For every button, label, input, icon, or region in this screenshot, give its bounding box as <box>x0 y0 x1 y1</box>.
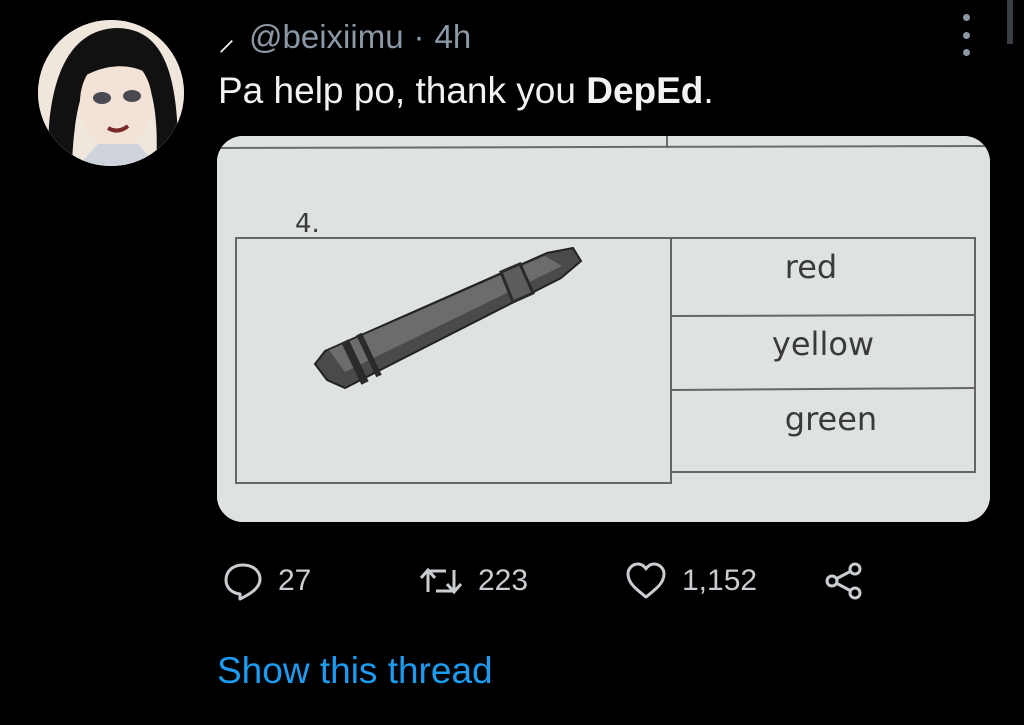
retweet-icon <box>419 567 463 595</box>
reply-count: 27 <box>278 564 312 597</box>
show-thread-link[interactable]: Show this thread <box>217 650 493 692</box>
avatar-portrait <box>38 20 184 166</box>
worksheet-item-number: 4. <box>295 209 320 239</box>
avatar[interactable] <box>38 20 184 166</box>
reply-action[interactable]: 27 <box>222 561 418 601</box>
worksheet-choice-red: red <box>785 248 837 286</box>
like-action[interactable]: 1,152 <box>624 561 822 601</box>
tweet-media-image[interactable]: 4. red yellow green <box>217 136 990 522</box>
share-action[interactable] <box>822 561 866 601</box>
more-dot <box>962 49 970 56</box>
name-mark-icon: ⸝ <box>218 20 235 58</box>
worksheet-choice-green: green <box>785 400 877 438</box>
tweet-header: ⸝ @beixiimu · 4h <box>218 12 471 62</box>
tweet-timestamp[interactable]: 4h <box>435 18 472 56</box>
tweet-text-prefix: Pa help po, thank you <box>218 70 587 111</box>
tweet-text-bold: DepEd <box>586 70 704 111</box>
like-count: 1,152 <box>682 564 758 597</box>
header-separator: · <box>413 18 425 55</box>
tweet-text: Pa help po, thank you DepEd. <box>218 70 714 112</box>
retweet-action[interactable]: 223 <box>418 562 624 600</box>
more-dot <box>962 31 970 39</box>
tweet-actions: 27 223 1,152 <box>222 556 882 606</box>
tweet-text-suffix: . <box>703 70 714 111</box>
worksheet-choice-yellow: yellow <box>772 325 874 363</box>
reply-icon <box>224 563 262 601</box>
retweet-count: 223 <box>478 564 529 597</box>
more-dot <box>962 14 970 21</box>
scrollbar-thumb[interactable] <box>1007 0 1013 44</box>
share-icon <box>825 562 862 600</box>
username-handle[interactable]: @beixiimu <box>249 18 404 56</box>
like-icon <box>626 562 666 599</box>
worksheet-photo: 4. red yellow green <box>217 136 990 522</box>
more-options-icon[interactable] <box>955 14 977 56</box>
